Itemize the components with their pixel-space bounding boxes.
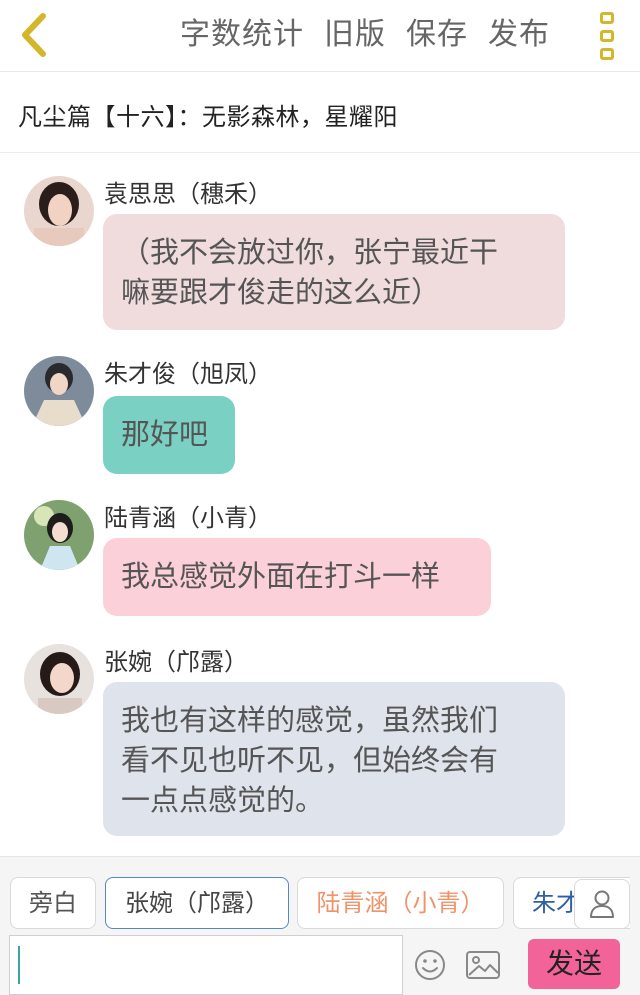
message-bubble[interactable]: 我总感觉外面在打斗一样 xyxy=(103,538,491,616)
emoji-button[interactable] xyxy=(410,945,450,985)
avatar[interactable] xyxy=(24,176,94,246)
save-button[interactable]: 保存 xyxy=(396,14,478,56)
role-chip[interactable]: 陆青涵（小青） xyxy=(297,877,504,929)
image-icon xyxy=(466,951,500,979)
message-list[interactable]: 袁思思（穗禾） （我不会放过你，张宁最近干 嘛要跟才俊走的这么近） 朱才俊（旭凤… xyxy=(0,154,640,854)
message-text-line: （我不会放过你，张宁最近干 xyxy=(121,235,499,269)
back-button[interactable] xyxy=(14,10,54,60)
avatar-image xyxy=(24,500,94,570)
role-selector[interactable]: 旁白 张婉（邝露） 陆青涵（小青） 朱才俊（旭凤） xyxy=(10,877,630,929)
more-vertical-icon-dot xyxy=(600,48,614,60)
message-text-line: 那好吧 xyxy=(121,417,209,451)
message-item: 陆青涵（小青） 我总感觉外面在打斗一样 xyxy=(0,478,640,618)
role-chip-narrator[interactable]: 旁白 xyxy=(10,877,96,929)
message-bubble[interactable]: 我也有这样的感觉，虽然我们 看不见也听不见，但始终会有 一点点感觉的。 xyxy=(103,682,565,836)
more-vertical-icon xyxy=(600,12,614,24)
avatar[interactable] xyxy=(24,356,94,426)
smiley-icon xyxy=(415,950,445,980)
more-button[interactable] xyxy=(596,10,618,62)
avatar[interactable] xyxy=(24,500,94,570)
message-text-line: 我也有这样的感觉，虽然我们 xyxy=(121,703,499,737)
message-bubble[interactable]: （我不会放过你，张宁最近干 嘛要跟才俊走的这么近） xyxy=(103,214,565,330)
message-item: 朱才俊（旭凤） 那好吧 xyxy=(0,334,640,484)
send-button[interactable]: 发送 xyxy=(528,939,620,989)
message-text-line: 嘛要跟才俊走的这么近） xyxy=(121,275,441,309)
user-icon xyxy=(590,890,614,918)
role-chip-selected[interactable]: 张婉（邝露） xyxy=(105,877,289,929)
text-cursor xyxy=(18,946,20,984)
message-text-line: 看不见也听不见，但始终会有 xyxy=(121,743,499,777)
message-item: 袁思思（穗禾） （我不会放过你，张宁最近干 嘛要跟才俊走的这么近） xyxy=(0,154,640,334)
avatar-image xyxy=(24,356,94,426)
avatar[interactable] xyxy=(24,644,94,714)
message-item: 张婉（邝露） 我也有这样的感觉，虽然我们 看不见也听不见，但始终会有 一点点感觉… xyxy=(0,622,640,842)
word-count-button[interactable]: 字数统计 xyxy=(170,14,314,56)
header-actions: 字数统计 旧版 保存 发布 xyxy=(170,14,560,56)
avatar-image xyxy=(24,176,94,246)
chevron-left-icon xyxy=(22,13,46,57)
top-bar: 字数统计 旧版 保存 发布 xyxy=(0,0,640,72)
speaker-name: 朱才俊（旭凤） xyxy=(104,360,272,388)
publish-button[interactable]: 发布 xyxy=(478,14,560,56)
speaker-name: 袁思思（穗禾） xyxy=(104,180,272,208)
message-bubble[interactable]: 那好吧 xyxy=(103,396,235,474)
add-role-button[interactable] xyxy=(574,879,630,929)
speaker-name: 陆青涵（小青） xyxy=(104,504,272,532)
old-version-button[interactable]: 旧版 xyxy=(314,14,396,56)
message-input[interactable] xyxy=(9,935,403,995)
message-text-line: 我总感觉外面在打斗一样 xyxy=(121,559,441,593)
composer-panel: 旁白 张婉（邝露） 陆青涵（小青） 朱才俊（旭凤） 发送 xyxy=(0,856,640,995)
message-text-line: 一点点感觉的。 xyxy=(121,783,325,817)
more-vertical-icon-dot xyxy=(600,30,614,42)
avatar-image xyxy=(24,644,94,714)
chapter-title: 凡尘篇【十六】：无影森林，星耀阳 xyxy=(18,103,398,131)
image-button[interactable] xyxy=(463,945,503,985)
chapter-header[interactable]: 凡尘篇【十六】：无影森林，星耀阳 xyxy=(0,73,640,153)
speaker-name: 张婉（邝露） xyxy=(104,648,248,676)
